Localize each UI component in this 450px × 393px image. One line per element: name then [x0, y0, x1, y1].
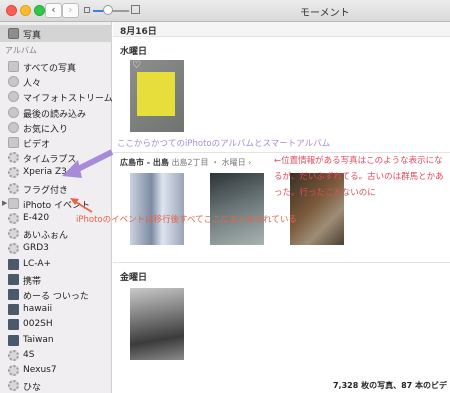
photo-thumbnail[interactable]: [210, 173, 264, 245]
gear-icon: [8, 349, 19, 361]
annotation-pink-line: った。行ったことないのに: [274, 188, 376, 198]
library-count-status: 7,328 枚の写真、87 本のビデ: [332, 381, 447, 390]
favorite-heart-icon[interactable]: ♡: [132, 60, 141, 71]
photo-thumbnail[interactable]: [130, 288, 184, 360]
sidebar-item-label: 4S: [23, 349, 35, 360]
sidebar-item-label: LC-A+: [23, 258, 52, 269]
back-button[interactable]: ‹: [45, 3, 62, 18]
sidebar-item-label: Nexus7: [23, 365, 57, 375]
sidebar-item-label: Xperia Z3: [23, 167, 67, 178]
sidebar-item-label: あいふぉん: [23, 231, 69, 242]
sidebar-item-label: フラグ付き: [23, 185, 69, 196]
forward-button[interactable]: ›: [62, 3, 79, 18]
heart-icon: [8, 121, 19, 133]
album-section-header: アルバム: [5, 46, 37, 55]
gear-icon: [8, 365, 19, 376]
photo-thumbnail[interactable]: ♡: [130, 60, 184, 132]
annotation-pink-line: るが、だいぶずれてる。古いのは群馬とかあ: [274, 172, 444, 182]
sidebar-item-label: タイムラプス: [23, 155, 77, 166]
sidebar-item-label: すべての写真: [23, 64, 77, 74]
photo-content: [137, 72, 175, 116]
clock-icon: [8, 106, 19, 118]
gear-icon: [8, 243, 19, 255]
gear-icon: [8, 182, 19, 194]
section-divider: [113, 262, 450, 263]
thumbnail-icon: [8, 334, 19, 346]
thumbnail-icon: [8, 319, 19, 331]
photo-thumbnail[interactable]: [130, 173, 184, 245]
sidebar-item-label: E-420: [23, 213, 50, 223]
sidebar-item-label: お気に入り: [23, 124, 69, 135]
sidebar-item-label: めーる ついった: [23, 292, 89, 302]
sidebar-item-label: ビデオ: [23, 140, 51, 150]
annotation-purple: ここからかつてのiPhotoのアルバムとスマートアルバム: [117, 139, 331, 149]
photos-window: ‹ › モーメント 写真 アルバム すべての写真 人々マイフォトストリーム 最後の読…: [0, 0, 450, 393]
sidebar-item-label: 002SH: [23, 319, 53, 330]
sidebar-item-label: ひな: [23, 383, 42, 393]
date-header-label: 8月16日: [120, 27, 157, 37]
gear-icon: [8, 152, 19, 164]
photo-stack-icon: [8, 61, 19, 72]
sidebar-item-label: iPhoto イベント: [23, 200, 91, 211]
gear-icon: [8, 228, 19, 240]
minimize-window-button[interactable]: [20, 5, 31, 16]
disclosure-triangle-icon[interactable]: ▶: [2, 199, 7, 207]
sidebar-item-photos[interactable]: 写真: [0, 25, 112, 42]
window-title: モーメント: [300, 8, 350, 19]
sidebar-item-label: マイフォトストリーム: [23, 94, 113, 105]
large-thumbnail-icon: [131, 5, 140, 14]
small-thumbnail-icon: [84, 7, 90, 13]
zoom-slider-knob[interactable]: [103, 5, 113, 15]
gear-icon: [8, 213, 19, 224]
cloud-icon: [8, 91, 19, 103]
location-name: 広島市 - 出島: [120, 158, 169, 167]
sidebar-item[interactable]: ひな: [0, 377, 112, 393]
photos-icon: [8, 28, 19, 39]
sidebar-item-label: 人々: [23, 79, 42, 90]
thumbnail-icon: [8, 304, 19, 316]
people-icon: [8, 76, 19, 88]
close-window-button[interactable]: [6, 5, 17, 16]
thumbnail-icon: [8, 258, 19, 270]
sidebar-item-label: 最後の読み込み: [23, 109, 87, 120]
thumbnail-icon: [8, 289, 19, 300]
sidebar-item-label: 写真: [23, 31, 42, 41]
toolbar: ‹ › モーメント: [0, 0, 450, 22]
sidebar-item-label: hawaii: [23, 304, 53, 315]
location-header: 広島市 - 出島 出島2丁目 ・ 水曜日 ›: [120, 157, 251, 168]
location-sub[interactable]: 出島2丁目 ・ 水曜日 ›: [171, 158, 251, 167]
folder-icon: [8, 197, 19, 209]
annotation-pink-line: ←位置情報がある写真はこのような表示にな: [274, 156, 443, 166]
gear-icon: [8, 380, 19, 392]
annotation-pink: ←位置情報がある写真はこのような表示にな るが、だいぶずれてる。古いのは群馬とか…: [274, 153, 444, 201]
video-icon: [8, 137, 19, 148]
day-label-wednesday: 水曜日: [120, 47, 148, 57]
gear-icon: [8, 167, 19, 179]
sidebar: 写真 アルバム すべての写真 人々マイフォトストリーム 最後の読み込み お気に入りビデ…: [0, 22, 113, 393]
zoom-window-button[interactable]: [34, 5, 45, 16]
annotation-orange: iPhotoのイベントは移行後すべてここにまとめられている: [76, 215, 297, 225]
thumbnail-icon: [8, 273, 19, 285]
sidebar-item-label: Taiwan: [23, 334, 54, 345]
sidebar-item-label: GRD3: [23, 243, 49, 254]
sidebar-item-label: 携帯: [23, 276, 42, 287]
day-label-friday: 金曜日: [120, 273, 148, 283]
date-header: 8月16日: [113, 22, 450, 37]
